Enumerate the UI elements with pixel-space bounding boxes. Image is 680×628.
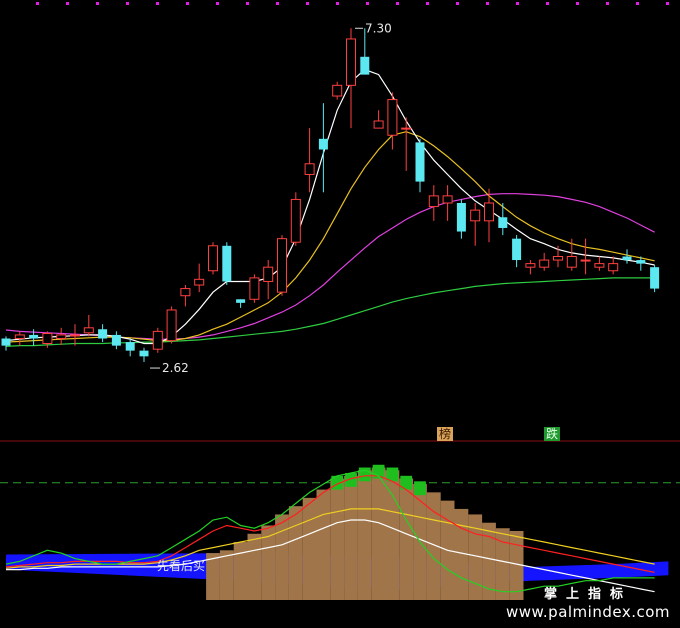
watermark-title: 掌上指标 [543, 587, 632, 602]
candle-body [387, 99, 398, 136]
candle-body [111, 334, 121, 346]
candle-body [332, 84, 343, 97]
candle-body [42, 333, 53, 345]
candle-body [580, 259, 591, 262]
candle-body [70, 334, 80, 337]
candle-body [166, 309, 177, 342]
top-dot [666, 2, 669, 5]
candle-body [83, 327, 94, 334]
candle-body [29, 334, 39, 339]
candle-body [512, 238, 522, 261]
watermark: 掌上指标 www.palmindex.com [496, 583, 680, 621]
top-dot [186, 2, 189, 5]
high-label: 7.30 [365, 21, 392, 35]
top-dot [276, 2, 279, 5]
candle-body [236, 299, 246, 303]
top-dot [456, 2, 459, 5]
candle-body [498, 217, 508, 228]
candle-body [456, 203, 466, 232]
top-dot [546, 2, 549, 5]
candle-body [56, 334, 67, 340]
candle-body [484, 202, 494, 222]
indicator-bar [357, 470, 372, 600]
top-dot [66, 2, 69, 5]
ma-slow-line [5, 193, 655, 340]
top-dot [636, 2, 639, 5]
candle-body [373, 120, 384, 129]
top-dot [576, 2, 579, 5]
candle-body [180, 288, 191, 297]
candle-body [139, 350, 149, 357]
top-dot [366, 2, 369, 5]
indicator-bar [316, 489, 331, 600]
indicator-bar [247, 533, 262, 600]
candle-body [98, 329, 108, 339]
candle-body [415, 142, 425, 182]
candle-body [622, 256, 632, 261]
indicator-bar [302, 497, 317, 600]
candle-body [401, 127, 412, 130]
candle-body [428, 195, 439, 208]
indicator-bar [288, 506, 303, 600]
top-dot [246, 2, 249, 5]
indicator-bar [371, 467, 386, 600]
candle-body [208, 245, 218, 272]
indicator-bar [233, 542, 248, 600]
top-dot [606, 2, 609, 5]
top-dot [306, 2, 309, 5]
indicator-bar [219, 550, 234, 600]
watermark-url: www.palmindex.com [505, 603, 671, 621]
candle-body [1, 338, 11, 346]
top-dot [96, 2, 99, 5]
top-dot [156, 2, 159, 5]
candle-body [263, 266, 274, 282]
candle-body [125, 342, 135, 351]
candle-body [290, 198, 301, 243]
top-dot [36, 2, 39, 5]
candle-body [525, 263, 536, 268]
indicator-bar [275, 514, 289, 600]
candle-body [222, 245, 232, 282]
top-dot [486, 2, 489, 5]
top-dot [126, 2, 129, 5]
candle-body [152, 330, 163, 350]
candle-body [442, 195, 453, 204]
ma-mid-line [5, 131, 655, 343]
candle-body [553, 255, 563, 261]
low-label: 2.62 [162, 361, 189, 375]
candle-body [249, 277, 260, 300]
candlestick-chart: 7.30 2.62 [0, 2, 680, 600]
top-dot [216, 2, 219, 5]
candle-body [194, 278, 205, 286]
indicator-bar [344, 475, 358, 600]
candle-body [594, 263, 605, 268]
top-dot [426, 2, 429, 5]
indicator-bar [330, 478, 345, 600]
candle-body [566, 255, 577, 268]
signal-label: 先看后买 [157, 559, 206, 573]
green-top-block [414, 481, 426, 496]
top-dot [336, 2, 339, 5]
candle-body [650, 267, 660, 289]
candle-body [539, 259, 550, 268]
die-tag: 跌 [544, 427, 561, 441]
indicator-bar [385, 470, 400, 600]
candle-body [304, 163, 315, 175]
candle-body [470, 209, 481, 222]
chart-stage: 7.30 2.62 榜 跌 先看后买 掌上指标 www.palmindex.com [0, 0, 680, 628]
candle-body [14, 334, 25, 340]
candle-body [608, 263, 619, 272]
candle-body [318, 138, 328, 150]
candle-body [360, 56, 370, 75]
candle-body [346, 38, 356, 86]
candle-body [277, 238, 287, 293]
bang-tag: 榜 [437, 427, 454, 441]
top-dot [396, 2, 399, 5]
candle-body [636, 260, 646, 264]
top-dot [516, 2, 519, 5]
indicator-bar [399, 478, 414, 600]
green-top-block [358, 467, 371, 482]
ma-fast-line [5, 68, 655, 345]
